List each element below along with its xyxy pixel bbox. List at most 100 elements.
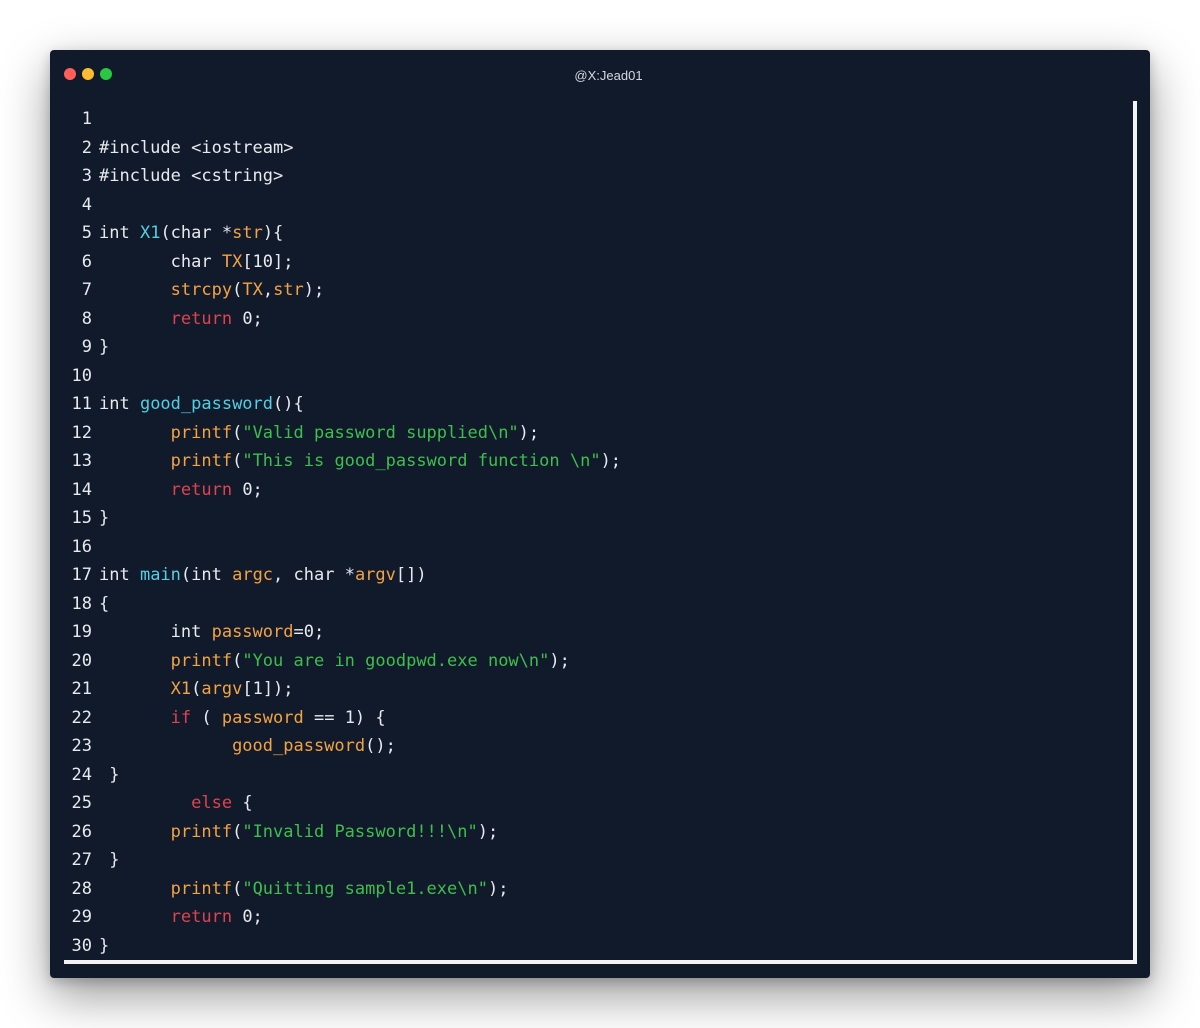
code-line: 24 }: [64, 761, 621, 790]
code-token: (: [232, 821, 243, 842]
code-token: , char *: [273, 565, 355, 585]
code-token: (: [232, 650, 243, 671]
line-content: }: [99, 508, 109, 528]
line-number: 9: [81, 337, 92, 357]
code-line: 13 printf("This is good_password functio…: [64, 447, 622, 476]
line-number: 19: [71, 622, 92, 642]
code-line: 5 int X1(char *str){: [64, 219, 621, 248]
code-token: );: [303, 280, 325, 300]
code-token: argc: [232, 565, 274, 585]
line-number: 18: [71, 593, 92, 614]
line-number: 17: [71, 565, 92, 585]
code-token: ,: [262, 280, 274, 300]
code-token: );: [477, 821, 499, 842]
code-token: );: [487, 878, 509, 899]
code-line: 2 #include <iostream>: [64, 134, 621, 163]
code-token: "You are in goodpwd.exe now\n": [242, 650, 550, 671]
line-number: 16: [71, 536, 92, 557]
line-content: int good_password(){: [99, 394, 304, 414]
code-token: (char *: [160, 223, 233, 243]
code-line: 3 #include <cstring>: [64, 162, 621, 191]
line-number: 8: [81, 308, 92, 329]
code-token: }: [99, 337, 110, 357]
code-token: );: [600, 451, 622, 471]
line-number: 5: [81, 223, 92, 243]
code-token: str: [273, 280, 304, 300]
line-number: 23: [71, 736, 92, 756]
code-editor[interactable]: 1 2 #include <iostream> 3 #include <cstring>…: [64, 101, 1137, 964]
code-token: password: [221, 707, 304, 728]
line-content: }: [99, 850, 119, 870]
code-line: 15}: [64, 504, 621, 533]
line-content: printf("Invalid Password!!!\n");: [99, 821, 499, 842]
line-content: }: [99, 936, 109, 956]
code-line: 17 int main(int argc, char *argv[]): [64, 561, 621, 590]
code-line: 10: [64, 362, 621, 391]
code-token: argv: [354, 565, 396, 585]
code-token: == 1) {: [303, 707, 386, 728]
code-token: char: [99, 251, 222, 272]
code-token: X1: [170, 679, 192, 699]
code-line: 4: [64, 191, 621, 220]
code-token: int: [99, 223, 140, 243]
line-content: char TX[10];: [99, 252, 294, 272]
line-content: #include <cstring>: [99, 166, 283, 186]
code-line: 23 good_password();: [64, 732, 621, 761]
line-number: 13: [71, 451, 92, 471]
code-token: else: [191, 793, 233, 813]
line-content: good_password();: [99, 736, 396, 756]
code-token: (: [232, 878, 243, 899]
code-line: 26 printf("Invalid Password!!!\n");: [64, 818, 621, 847]
code-token: (: [232, 280, 243, 300]
code-line: 27 }: [64, 846, 621, 875]
code-token: (int: [180, 565, 233, 585]
line-number: 30: [71, 935, 92, 956]
code-token: good_password: [232, 736, 366, 756]
code-token: return: [170, 907, 233, 927]
line-content: int X1(char *str){: [99, 223, 283, 243]
line-content: strcpy(TX,str);: [99, 280, 325, 300]
line-number: 21: [71, 679, 92, 699]
code-token: main: [139, 565, 181, 585]
code-token: printf: [170, 821, 233, 842]
line-content: X1(argv[1]);: [99, 679, 294, 699]
code-token: (: [232, 451, 243, 471]
code-token: str: [232, 223, 263, 243]
code-token: {: [232, 793, 253, 813]
code-token: );: [549, 650, 570, 671]
title-bar: @X:Jead01: [50, 50, 1150, 96]
line-number: 6: [81, 251, 92, 272]
code-token: printf: [170, 650, 233, 671]
code-line: 16: [64, 533, 621, 562]
code-token: password: [211, 622, 294, 642]
code-token: printf: [170, 451, 233, 471]
line-number: 26: [71, 821, 92, 842]
line-number: 12: [71, 422, 92, 443]
line-content: {: [99, 594, 109, 614]
line-content: else {: [99, 793, 253, 813]
code-token: 0;: [232, 907, 263, 927]
code-token: (: [191, 679, 202, 699]
code-token: [1]);: [242, 679, 294, 699]
code-token: return: [170, 479, 233, 500]
code-token: }: [99, 508, 110, 528]
line-content: #include <iostream>: [99, 138, 293, 158]
code-token: }: [99, 935, 110, 956]
code-token: }: [99, 764, 120, 785]
code-token: }: [99, 850, 120, 870]
code-line: 30}: [64, 932, 621, 961]
code-token: TX: [242, 280, 263, 300]
code-token: argv: [201, 679, 243, 699]
code-line: 25 else {: [64, 789, 621, 818]
code-token: "Invalid Password!!!\n": [242, 821, 478, 842]
code-token: #include <iostream>: [99, 137, 294, 158]
code-line: 21 X1(argv[1]);: [64, 675, 621, 704]
code-line: 9}: [64, 333, 621, 362]
